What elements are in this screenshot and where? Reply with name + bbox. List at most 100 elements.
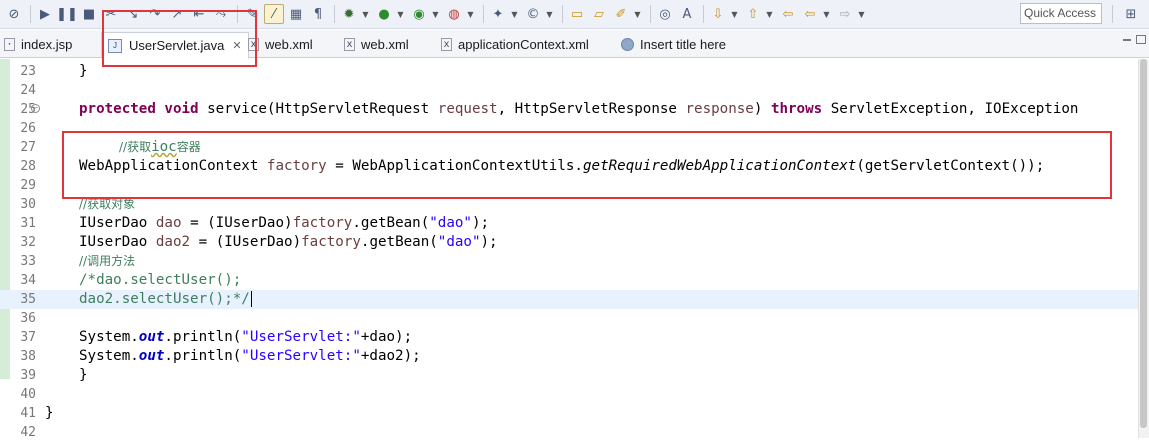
parameter: request [437,101,498,117]
suspend-icon[interactable]: ❚❚ [56,4,78,24]
line-number: 34 [20,273,36,288]
code-line: 31 IUserDao dao = (IUserDao)factory.getB… [0,214,1138,233]
comment: /*dao.selectUser(); [79,272,242,288]
code-token: +dao); [360,329,413,345]
chevron-down-icon[interactable]: ▼ [431,4,440,24]
back-icon[interactable]: ⇦ [800,4,820,24]
open-perspective-icon[interactable]: ⊞ [1121,4,1141,24]
line-number: 38 [20,349,36,364]
terminate-icon[interactable]: ■ [79,4,99,24]
open-task-icon[interactable]: ▱ [589,4,609,24]
code-line: 34 /*dao.selectUser(); [0,271,1138,290]
fold-collapse-icon[interactable]: − [31,104,40,113]
chevron-down-icon[interactable]: ▼ [545,4,554,24]
forward-icon[interactable]: ⇨ [835,4,855,24]
tab-label: Insert title here [640,37,726,52]
variable: factory [301,234,361,250]
run-icon[interactable]: ● [374,4,394,24]
quick-access-input[interactable]: Quick Access [1020,3,1102,24]
code-text: IUserDao dao2 = (IUserDao)factory.getBea… [79,233,498,252]
chevron-down-icon[interactable]: ▼ [730,4,739,24]
code-line: 24 [0,81,1138,100]
search-icon[interactable]: ◎ [655,4,675,24]
open-resource-icon[interactable]: ✐ [611,4,631,24]
code-token: ); [480,234,498,250]
code-line: 39 } [0,366,1138,385]
xml-file-icon: x [344,38,355,51]
xml-file-icon: x [441,38,452,51]
chevron-down-icon[interactable]: ▼ [361,4,370,24]
line-number: 32 [20,235,36,250]
chevron-down-icon[interactable]: ▼ [396,4,405,24]
line-number: 29 [20,178,36,193]
comment: dao2.selectUser();*/ [79,291,250,307]
line-number: 42 [20,425,36,440]
maximize-icon[interactable] [1136,35,1146,44]
tab-web-xml-2[interactable]: x web.xml [344,32,409,57]
code-token: .getBean( [352,215,430,231]
static-field: out [138,348,165,364]
tab-insert-title-here[interactable]: Insert title here [621,32,726,57]
scrollbar-thumb[interactable] [1140,59,1147,428]
code-line: 40 [0,385,1138,404]
tab-index-jsp[interactable]: · index.jsp [4,32,72,57]
code-text: } [45,405,54,421]
line-number: 37 [20,330,36,345]
string-literal: "dao" [429,215,472,231]
line-number: 39 [20,368,36,383]
code-text: System.out.println("UserServlet:"+dao); [79,328,412,347]
show-whitespace-icon[interactable]: ¶ [308,4,328,24]
highlight-box [102,10,257,67]
new-java-class-icon[interactable]: © [523,4,543,24]
search-replace-icon[interactable]: A [677,4,697,24]
toolbar-separator [650,5,651,23]
line-number: 40 [20,387,36,402]
external-tools-icon[interactable]: ◍ [444,4,464,24]
last-edit-icon[interactable]: ⇦ [778,4,798,24]
toggle-word-wrap-icon[interactable]: ⁄ [264,4,284,24]
code-token: System. [79,329,139,345]
highlight-box [62,131,1112,199]
code-token: IUserDao [79,215,148,231]
comment: //调用方法 [79,254,136,268]
chevron-down-icon[interactable]: ▼ [857,4,866,24]
line-number: 33 [20,254,36,269]
open-type-icon[interactable]: ▭ [567,4,587,24]
chevron-down-icon[interactable]: ▼ [822,4,831,24]
chevron-down-icon[interactable]: ▼ [510,4,519,24]
code-editor[interactable]: 23 } 24 25 − protected void service(Http… [0,59,1138,440]
code-line: 41 } [0,404,1138,423]
code-token: service(HttpServletRequest [207,101,430,117]
chevron-down-icon[interactable]: ▼ [633,4,642,24]
code-text: System.out.println("UserServlet:"+dao2); [79,347,421,366]
code-token: = (IUserDao) [190,215,293,231]
annotation-next-icon[interactable]: ⇩ [708,4,728,24]
toolbar-separator [703,5,704,23]
debug-icon[interactable]: ✹ [339,4,359,24]
web-browser-icon [621,38,634,51]
resume-icon[interactable]: ▶ [35,4,55,24]
tab-applicationcontext-xml[interactable]: x applicationContext.xml [441,32,589,57]
tab-label: applicationContext.xml [458,37,589,52]
chevron-down-icon[interactable]: ▼ [765,4,774,24]
tab-web-xml[interactable]: x web.xml [248,32,313,57]
tab-label: web.xml [361,37,409,52]
code-token: ServletException, IOException [830,101,1079,117]
toggle-block-selection-icon[interactable]: ▦ [286,4,306,24]
static-field: out [138,329,165,345]
tab-label: web.xml [265,37,313,52]
toolbar-separator [1112,5,1113,23]
minimize-icon[interactable] [1123,39,1131,41]
code-line: 32 IUserDao dao2 = (IUserDao)factory.get… [0,233,1138,252]
run-server-icon[interactable]: ◉ [409,4,429,24]
line-number: 27 [20,140,36,155]
code-line: 25 − protected void service(HttpServletR… [0,100,1138,119]
annotation-prev-icon[interactable]: ⇧ [743,4,763,24]
new-wizard-icon[interactable]: ✦ [488,4,508,24]
code-token: .println( [164,329,242,345]
code-text: } [79,63,88,79]
toggle-breakpoints-icon[interactable]: ⊘ [4,4,24,24]
code-line: 42 [0,423,1138,442]
jsp-file-icon: · [4,38,15,51]
chevron-down-icon[interactable]: ▼ [466,4,475,24]
